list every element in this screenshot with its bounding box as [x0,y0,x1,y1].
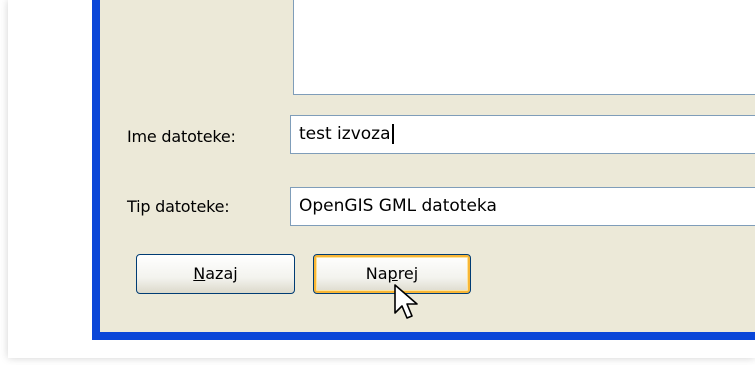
preview-text-area[interactable] [293,0,755,95]
next-button-label-start: Na [365,264,388,283]
file-name-value: test izvoza [299,124,391,144]
back-button-mnemonic: N [193,264,206,283]
file-name-input[interactable]: test izvoza [290,115,755,154]
file-type-field[interactable]: OpenGIS GML datoteka [290,187,755,226]
next-button-label-rest: rej [397,264,419,283]
back-button[interactable]: Nazaj [136,254,295,294]
next-button[interactable]: Naprej [313,254,471,294]
file-type-label: Tip datoteke: [127,197,230,216]
back-button-label-rest: azaj [205,264,238,283]
text-caret [391,124,394,144]
file-name-label: Ime datoteke: [127,127,236,146]
mouse-pointer-icon [394,284,418,319]
screenshot-page: Ime datoteke: test izvoza Tip datoteke: … [0,0,755,365]
next-button-mnemonic: p [387,264,398,283]
